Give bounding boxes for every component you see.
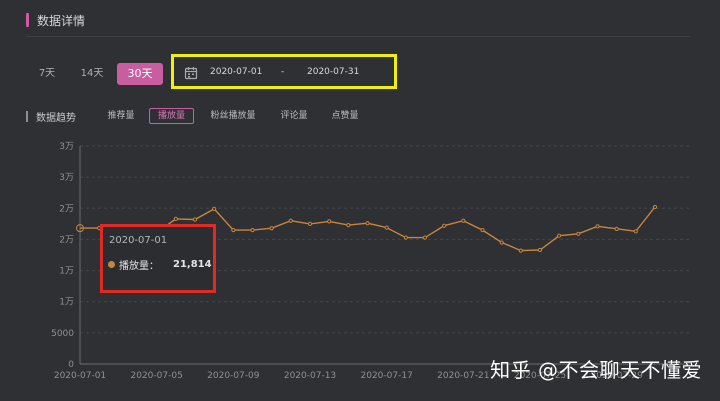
series-dot-icon (108, 261, 115, 268)
x-tick-label: 2020-07-09 (207, 371, 260, 381)
data-point (461, 218, 466, 223)
data-point (173, 216, 178, 221)
data-point (97, 226, 102, 231)
x-tick-label: 2020-07-13 (284, 371, 336, 381)
x-tick-label: 2020-07-01 (54, 371, 106, 381)
data-point (212, 206, 217, 212)
data-point (346, 223, 351, 228)
x-tick-label: 2020-07-05 (131, 371, 183, 381)
data-point (595, 224, 600, 229)
data-point (192, 217, 198, 222)
y-tick-label: 2万 (59, 204, 74, 214)
data-point (250, 227, 255, 233)
data-point (480, 227, 485, 233)
data-point (422, 235, 428, 240)
data-point (576, 231, 581, 236)
chart-tooltip: 2020-07-01 播放量： 21,814 (103, 227, 213, 290)
data-point (231, 227, 236, 233)
data-point (537, 247, 543, 253)
data-point (327, 219, 332, 224)
data-point (518, 248, 523, 253)
y-tick-label: 3万 (59, 173, 74, 183)
data-point (557, 233, 562, 238)
y-tick-label: 3万 (59, 142, 74, 152)
data-point (307, 221, 313, 226)
tooltip-row: 播放量： 21,814 (108, 257, 212, 272)
y-tick-label: 2万 (59, 235, 74, 245)
tooltip-label: 播放量： (119, 261, 159, 272)
data-point (442, 223, 447, 228)
y-tick-label: 1万 (59, 267, 74, 277)
data-point (499, 240, 504, 245)
data-point (384, 225, 389, 230)
data-point (633, 229, 638, 234)
y-tick-label: 5000 (51, 329, 74, 339)
x-tick-label: 2020-07-17 (361, 371, 413, 381)
data-point (652, 204, 658, 210)
y-tick-label: 1万 (59, 298, 74, 308)
tooltip-value: 21,814 (173, 259, 212, 270)
data-point (365, 221, 370, 226)
data-point (403, 235, 408, 240)
tooltip-date: 2020-07-01 (109, 235, 168, 246)
y-tick-label: 0 (68, 360, 74, 370)
data-point (288, 218, 293, 223)
x-tick-label: 2020-07-21 (437, 371, 489, 381)
watermark: 知乎 @不会聊天不懂爱 (490, 358, 702, 382)
play-count-line-chart: 0 5000 1万 1万 2万 2万 3万 3万 2020-07-01 2020-07-05 202… (51, 142, 690, 381)
data-point (269, 226, 274, 231)
data-point (614, 226, 619, 231)
